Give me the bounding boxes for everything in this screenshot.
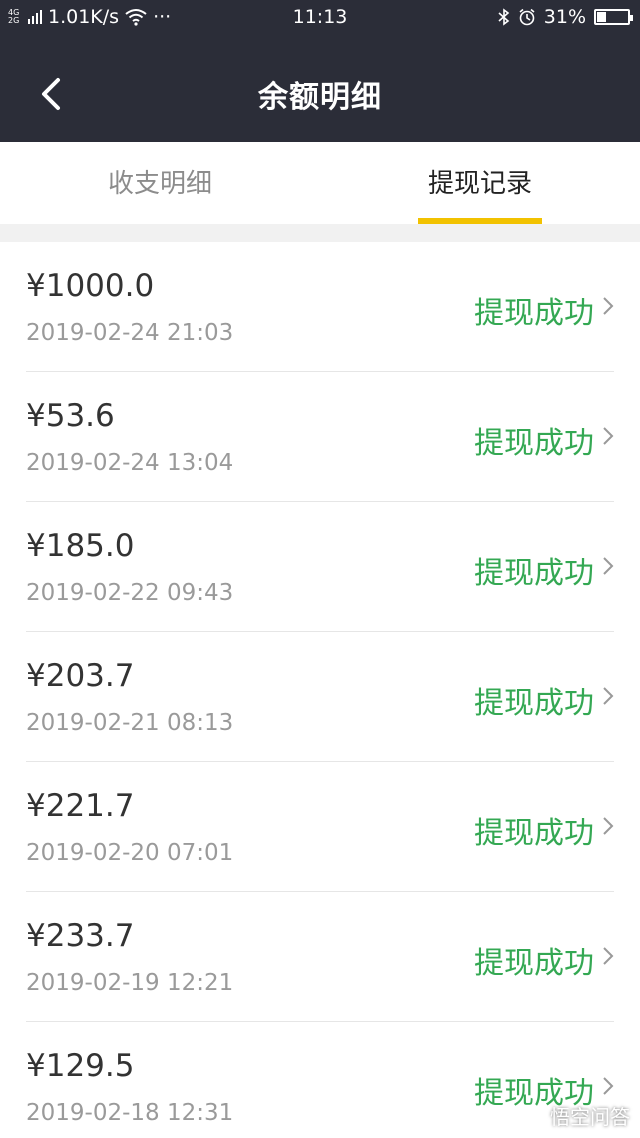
chevron-right-icon — [603, 297, 614, 315]
withdrawal-status: 提现成功 — [474, 686, 594, 721]
page-title: 余额明细 — [258, 80, 382, 115]
withdrawal-amount: ¥203.7 — [26, 658, 135, 694]
speech-bubble-icon — [524, 1106, 544, 1127]
withdrawal-amount: ¥129.5 — [26, 1048, 135, 1084]
battery-level-fill — [597, 12, 607, 22]
tab-withdrawal-records[interactable]: 提现记录 — [320, 142, 640, 224]
chevron-right-icon — [603, 427, 614, 445]
withdrawal-status: 提现成功 — [474, 946, 594, 981]
withdrawal-status: 提现成功 — [474, 816, 594, 851]
list-item[interactable]: ¥233.7 2019-02-19 12:21 提现成功 — [26, 892, 614, 1022]
battery-icon — [594, 9, 633, 25]
alarm-icon — [519, 8, 535, 26]
withdrawal-status: 提现成功 — [474, 296, 594, 331]
list-item[interactable]: ¥1000.0 2019-02-24 21:03 提现成功 — [26, 242, 614, 372]
chevron-right-icon — [603, 557, 614, 575]
list-item[interactable]: ¥203.7 2019-02-21 08:13 提现成功 — [26, 632, 614, 762]
tab-income-expense-details[interactable]: 收支明细 — [0, 142, 320, 224]
withdrawal-amount: ¥53.6 — [26, 398, 115, 434]
tab-bar: 收支明细 提现记录 — [0, 142, 640, 224]
chevron-right-icon — [603, 947, 614, 965]
chevron-right-icon — [603, 1077, 614, 1095]
withdrawal-amount: ¥1000.0 — [26, 268, 155, 304]
withdrawal-amount: ¥233.7 — [26, 918, 135, 954]
withdrawal-record-list: ¥1000.0 2019-02-24 21:03 提现成功 ¥53.6 2019… — [0, 242, 640, 1138]
withdrawal-date: 2019-02-24 21:03 — [26, 320, 234, 346]
withdrawal-status: 提现成功 — [474, 556, 594, 591]
list-item[interactable]: ¥185.0 2019-02-22 09:43 提现成功 — [26, 502, 614, 632]
withdrawal-date: 2019-02-22 09:43 — [26, 580, 234, 606]
withdrawal-date: 2019-02-20 07:01 — [26, 840, 234, 866]
status-bar: 4G 2G 1.01K/s ··· 11:13 31% — [0, 0, 640, 34]
watermark: 悟空问答 — [522, 1101, 630, 1130]
withdrawal-status: 提现成功 — [474, 426, 594, 461]
top-bar: 4G 2G 1.01K/s ··· 11:13 31% 余额明细 — [0, 0, 640, 142]
withdrawal-date: 2019-02-24 13:04 — [26, 450, 234, 476]
withdrawal-date: 2019-02-21 08:13 — [26, 710, 234, 736]
watermark-text: 悟空问答 — [550, 1105, 630, 1129]
chevron-right-icon — [603, 817, 614, 835]
chevron-right-icon — [603, 687, 614, 705]
battery-percentage: 31% — [543, 6, 586, 28]
withdrawal-amount: ¥185.0 — [26, 528, 135, 564]
withdrawal-date: 2019-02-19 12:21 — [26, 970, 234, 996]
list-item[interactable]: ¥53.6 2019-02-24 13:04 提现成功 — [26, 372, 614, 502]
withdrawal-amount: ¥221.7 — [26, 788, 135, 824]
list-item[interactable]: ¥221.7 2019-02-20 07:01 提现成功 — [26, 762, 614, 892]
withdrawal-date: 2019-02-18 12:31 — [26, 1100, 234, 1126]
bluetooth-icon — [498, 8, 510, 26]
section-divider — [0, 224, 640, 242]
